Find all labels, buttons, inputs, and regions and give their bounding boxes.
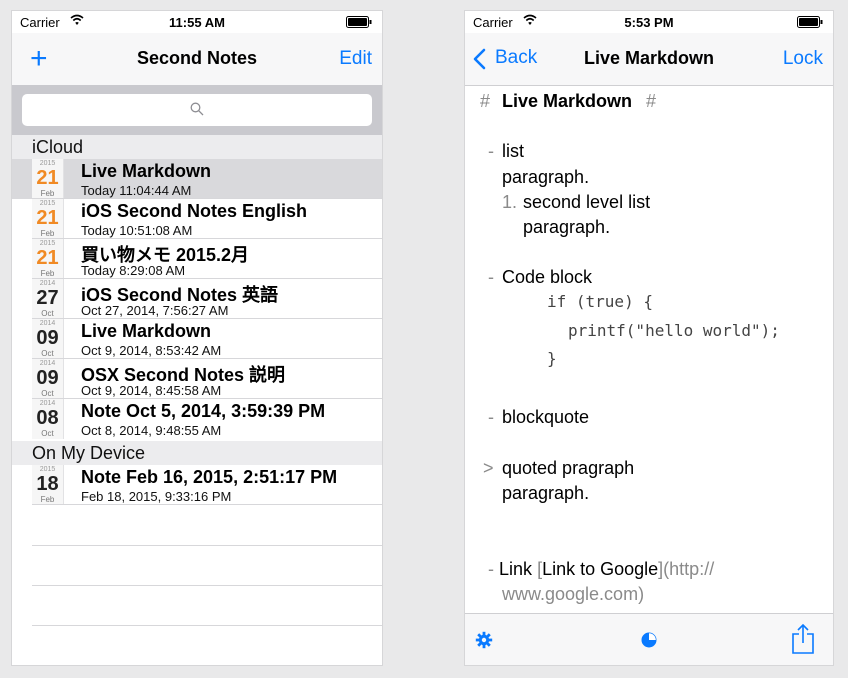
- list-marker: -: [488, 407, 494, 427]
- note-title: Live Markdown: [81, 161, 212, 181]
- calendar-date-icon: 2015 21 Feb: [32, 239, 64, 279]
- note-date: Today 10:51:08 AM: [81, 223, 193, 238]
- page-title: Live Markdown: [583, 48, 715, 68]
- battery-icon: [346, 16, 372, 28]
- link-word: Link: [499, 559, 533, 579]
- status-time: 5:53 PM: [624, 15, 674, 30]
- search-bar: [12, 85, 382, 135]
- calendar-date-icon: 2015 21 Feb: [32, 199, 64, 239]
- link-line: - Link [Link to Google](http://: [488, 559, 714, 580]
- heading-marker: #: [480, 91, 491, 111]
- quote-line: quoted pragraph: [502, 458, 635, 478]
- link-url: (http://: [663, 559, 715, 579]
- note-date: Oct 9, 2014, 8:45:58 AM: [81, 383, 222, 398]
- note-title: Live Markdown: [81, 321, 212, 341]
- navigation-bar: + Second Notes Edit: [12, 33, 382, 86]
- calendar-date-icon: 2015 21 Feb: [32, 159, 64, 199]
- note-row[interactable]: 2015 21 Feb Live Markdown Today 11:04:44…: [12, 159, 382, 199]
- preview-toggle-icon[interactable]: [641, 632, 657, 648]
- status-time: 11:55 AM: [169, 15, 225, 30]
- share-icon[interactable]: [791, 623, 815, 655]
- link-text: Link to Google: [542, 559, 659, 579]
- note-title: Note Feb 16, 2015, 2:51:17 PM: [81, 467, 338, 487]
- ordered-list-marker: 1.: [502, 192, 518, 212]
- status-bar: Carrier 5:53 PM: [465, 11, 833, 33]
- heading-marker: #: [646, 91, 657, 111]
- note-row[interactable]: 2014 08 Oct Note Oct 5, 2014, 3:59:39 PM…: [12, 399, 382, 439]
- quote-marker: >: [483, 458, 494, 478]
- code-block-title: Code block: [502, 267, 593, 287]
- note-date: Oct 8, 2014, 9:48:55 AM: [81, 423, 222, 438]
- calendar-date-icon: 2015 18 Feb: [32, 465, 64, 505]
- navigation-bar: Back Live Markdown Lock: [465, 33, 833, 86]
- code-line: if (true) {: [547, 292, 653, 311]
- note-date: Today 11:04:44 AM: [81, 183, 192, 198]
- quote-line: paragraph.: [502, 483, 590, 503]
- note-date: Today 8:29:08 AM: [81, 263, 186, 278]
- note-date: Feb 18, 2015, 9:33:16 PM: [81, 489, 232, 504]
- blockquote-title: blockquote: [502, 407, 590, 427]
- note-title: Note Oct 5, 2014, 3:59:39 PM: [81, 401, 326, 421]
- heading-text: Live Markdown: [502, 91, 633, 111]
- note-row[interactable]: 2014 09 Oct Live Markdown Oct 9, 2014, 8…: [12, 319, 382, 359]
- empty-row-divider: [32, 625, 382, 626]
- status-bar: Carrier 11:55 AM: [12, 11, 382, 33]
- page-title: Second Notes: [136, 48, 258, 68]
- empty-row-divider: [32, 545, 382, 546]
- lock-button[interactable]: Lock: [783, 48, 823, 70]
- battery-icon: [797, 16, 823, 28]
- bottom-toolbar: [465, 613, 833, 665]
- note-title: iOS Second Notes English: [81, 201, 308, 221]
- markdown-editor-screen: Carrier 5:53 PM Back Live Markdown Lock …: [465, 11, 833, 665]
- notes-list-screen: Carrier 11:55 AM + Second Notes Edit iCl…: [12, 11, 382, 665]
- list-item-text: list: [502, 141, 524, 161]
- search-input[interactable]: [22, 94, 372, 126]
- calendar-date-icon: 2014 27 Oct: [32, 279, 64, 319]
- link-url: www.google.com): [502, 584, 645, 604]
- section-header-on-my-device: On My Device: [12, 441, 382, 465]
- list-marker: -: [488, 559, 494, 579]
- sublist-item-text: second level list: [523, 192, 651, 212]
- code-line: printf("hello world");: [568, 321, 780, 340]
- note-date: Oct 9, 2014, 8:53:42 AM: [81, 343, 222, 358]
- list-paragraph: paragraph.: [502, 167, 590, 187]
- code-line: }: [547, 349, 557, 368]
- markdown-text-view[interactable]: # Live Markdown # - list paragraph. 1. s…: [465, 86, 833, 614]
- calendar-date-icon: 2014 09 Oct: [32, 359, 64, 399]
- note-row[interactable]: 2015 21 Feb 買い物メモ 2015.2月 Today 8:29:08 …: [12, 239, 382, 279]
- section-header-icloud: iCloud: [12, 135, 382, 159]
- list-marker: -: [488, 267, 494, 287]
- note-row[interactable]: 2015 21 Feb iOS Second Notes English Tod…: [12, 199, 382, 239]
- calendar-date-icon: 2014 08 Oct: [32, 399, 64, 439]
- gear-icon[interactable]: [475, 631, 493, 649]
- calendar-date-icon: 2014 09 Oct: [32, 319, 64, 359]
- list-marker: -: [488, 141, 494, 161]
- note-row[interactable]: 2015 18 Feb Note Feb 16, 2015, 2:51:17 P…: [12, 465, 382, 505]
- note-row[interactable]: 2014 27 Oct iOS Second Notes 英語 Oct 27, …: [12, 279, 382, 319]
- sublist-paragraph: paragraph.: [523, 217, 611, 237]
- note-date: Oct 27, 2014, 7:56:27 AM: [81, 303, 229, 318]
- note-row[interactable]: 2014 09 Oct OSX Second Notes 説明 Oct 9, 2…: [12, 359, 382, 399]
- empty-row-divider: [32, 585, 382, 586]
- search-icon: [190, 102, 204, 116]
- edit-button[interactable]: Edit: [339, 48, 372, 70]
